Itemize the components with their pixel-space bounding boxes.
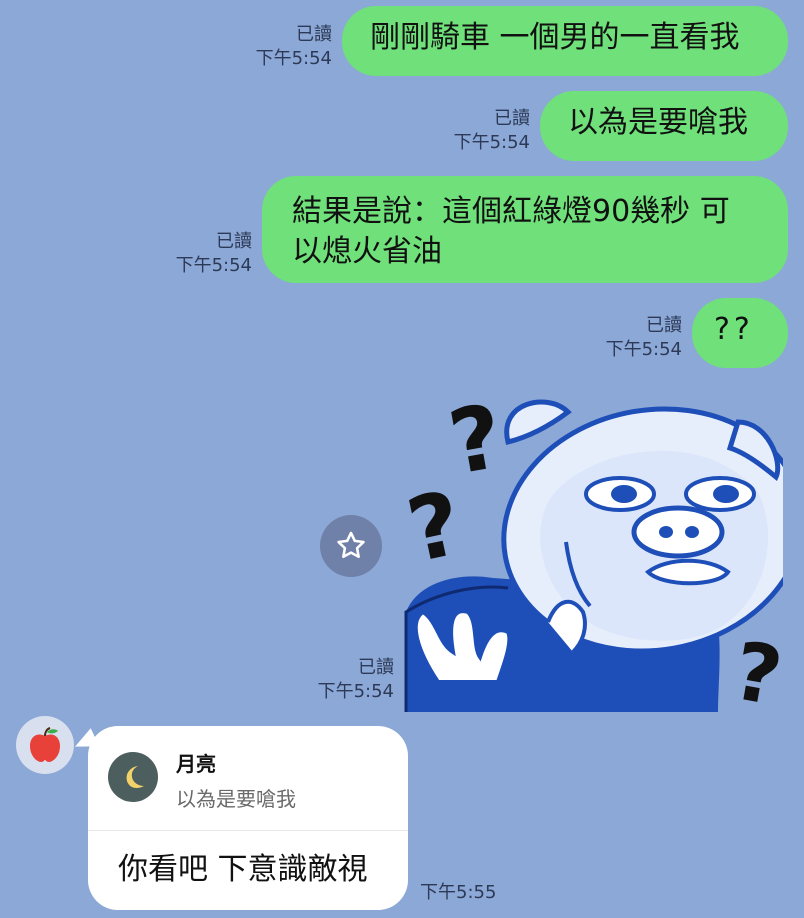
incoming-message-text: 你看吧 下意識敵視 [118,852,368,887]
timestamp: 下午5:54 [255,48,332,69]
timestamp: 下午5:54 [317,681,394,702]
timestamp: 下午5:54 [175,255,252,276]
read-receipt: 已讀 [646,315,682,336]
svg-text:?: ? [442,384,510,494]
moon-icon [126,766,144,789]
apple-icon [30,727,60,762]
read-receipt: 已讀 [216,231,252,252]
message-meta: 已讀 下午5:54 [502,314,682,362]
reply-divider [88,830,408,831]
star-icon [337,531,365,559]
message-meta: 已讀 下午5:54 [350,107,530,155]
message-bubble-2[interactable]: 以為是要嗆我 [540,91,788,161]
timestamp: 下午5:54 [605,339,682,360]
pig-sticker[interactable]: ? ? ? [398,382,804,724]
favorite-sticker-button[interactable] [320,515,382,577]
read-receipt: 已讀 [494,108,530,129]
message-meta: 已讀 下午5:54 [72,230,252,278]
reply-sender-name: 月亮 [176,752,216,776]
message-meta: 已讀 下午5:54 [152,23,332,71]
contact-avatar[interactable] [16,716,74,774]
message-bubble-1[interactable]: 剛剛騎車 一個男的一直看我 [342,6,788,76]
reply-quoted-text: 以為是要嗆我 [176,787,296,811]
message-bubble-3[interactable]: 結果是說：這個紅綠燈90幾秒 可以熄火省油 [262,176,788,283]
incoming-message-bubble[interactable]: 月亮 以為是要嗆我 你看吧 下意識敵視 [88,726,408,910]
svg-text:?: ? [727,624,783,714]
pig-sticker-image: ? ? ? [399,384,804,724]
reply-avatar [108,752,158,802]
sticker-meta: 已讀 下午5:54 [214,656,394,704]
read-receipt: 已讀 [296,24,332,45]
message-bubble-4[interactable]: ?? [692,298,788,368]
read-receipt: 已讀 [358,657,394,678]
reply-preview[interactable]: 月亮 以為是要嗆我 [108,746,388,836]
timestamp: 下午5:55 [420,882,497,903]
timestamp: 下午5:54 [453,132,530,153]
